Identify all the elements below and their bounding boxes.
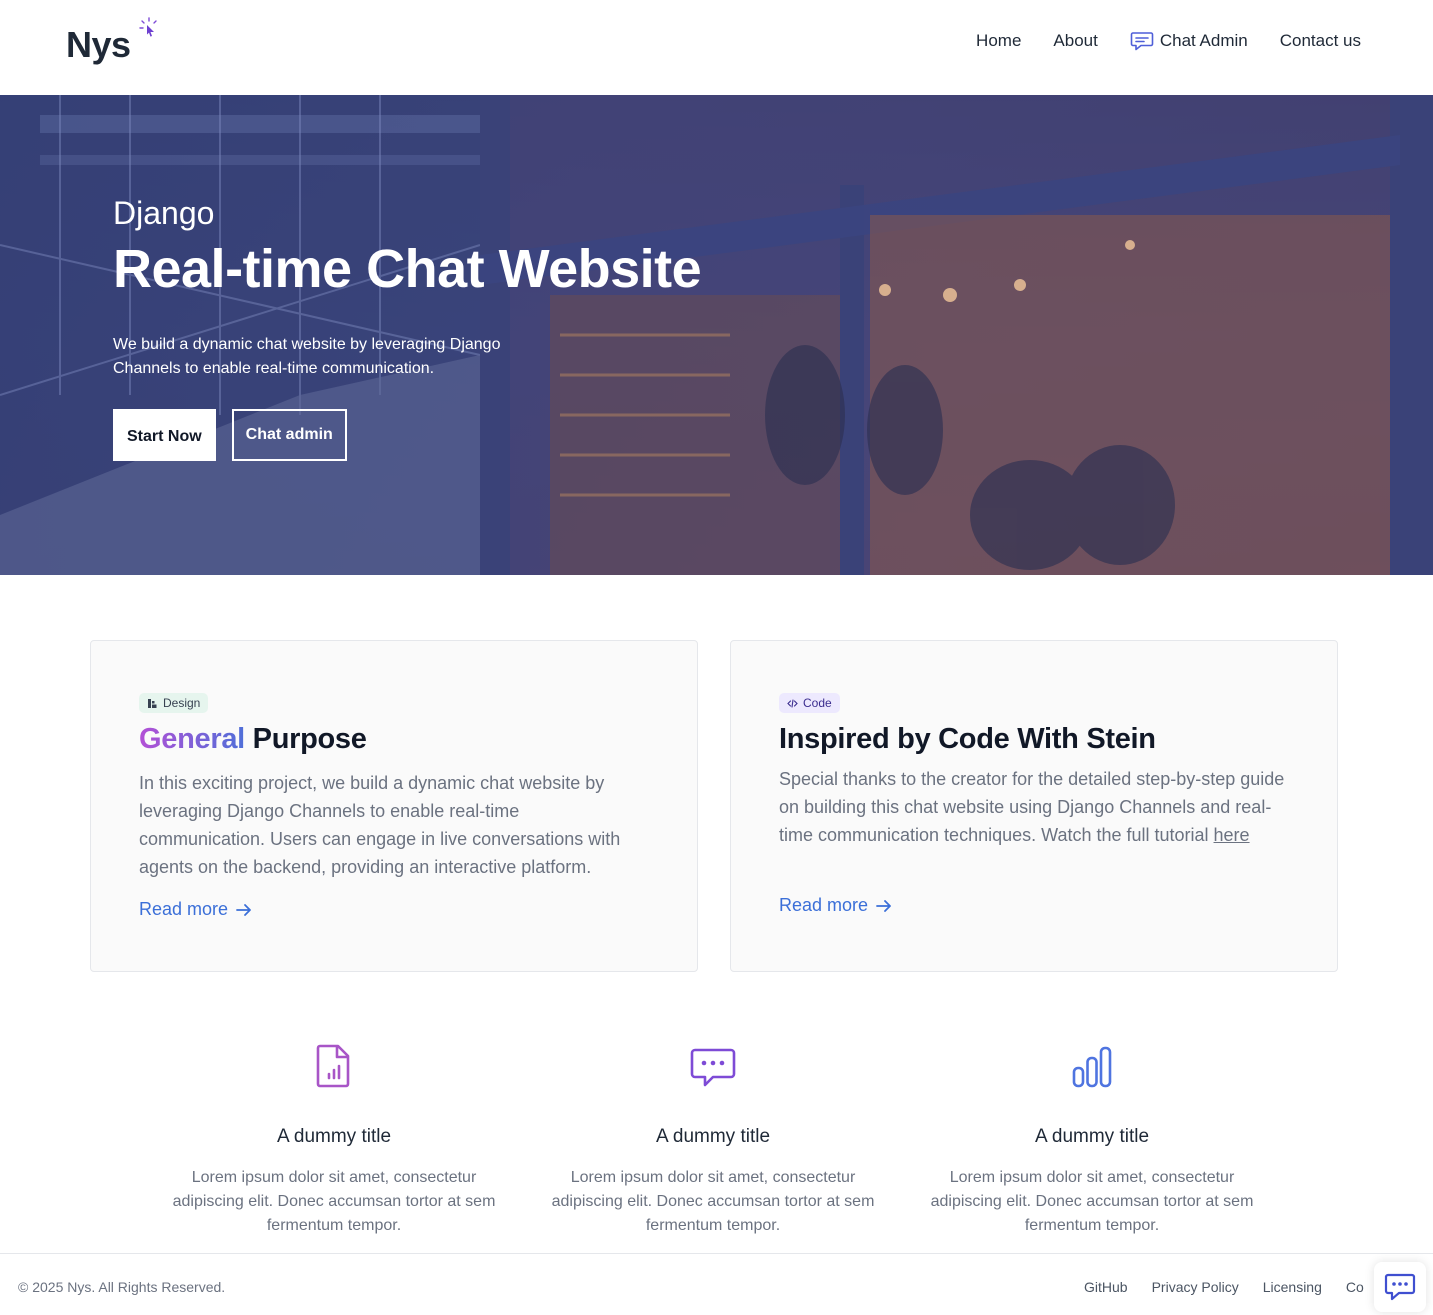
footer-link-github[interactable]: GitHub [1084,1279,1128,1295]
read-more-link[interactable]: Read more [139,899,252,920]
nav-chat-admin[interactable]: Chat Admin [1130,30,1248,52]
card-general-purpose: Design General Purpose In this exciting … [90,640,698,972]
chat-widget-button[interactable] [1374,1262,1426,1312]
badge-design: Design [139,693,209,713]
sparkle-cursor-icon [139,17,157,37]
main-nav: Home About Chat Admin Contact us [976,30,1361,52]
card-title-rest: Purpose [244,723,367,755]
tutorial-link[interactable]: here [1214,825,1250,845]
site-logo[interactable]: Nys [66,24,131,66]
read-more-label: Read more [139,899,229,919]
code-icon [787,698,798,708]
site-header: Nys Home About Chat Admin Contact us [0,0,1433,95]
chat-bubble-icon [1384,1273,1416,1301]
card-title-highlight: General [139,723,245,755]
chat-admin-button[interactable]: Chat admin [231,409,347,462]
feature-title: A dummy title [1034,1126,1150,1147]
feature-2: A dummy title Lorem ipsum dolor sit amet… [523,1040,903,1238]
footer-link-contact[interactable]: Co [1346,1279,1364,1295]
read-more-label: Read more [779,895,869,915]
feature-text: Lorem ipsum dolor sit amet, consectetur … [930,1169,1254,1234]
arrow-right-icon [876,899,891,912]
feature-title: A dummy title [276,1126,392,1147]
footer-link-licensing[interactable]: Licensing [1263,1279,1322,1295]
footer-link-privacy[interactable]: Privacy Policy [1152,1279,1239,1295]
document-chart-icon [316,1044,350,1088]
feature-text: Lorem ipsum dolor sit amet, consectetur … [551,1169,875,1234]
feature-3: A dummy title Lorem ipsum dolor sit amet… [902,1040,1282,1238]
nav-chat-admin-label: Chat Admin [1159,31,1248,50]
read-more-link[interactable]: Read more [779,895,892,916]
nav-about-label: About [1053,31,1098,50]
card-inspired-by: Code Inspired by Code With Stein Special… [730,640,1338,972]
start-now-button[interactable]: Start Now [113,409,216,462]
nav-about[interactable]: About [1053,31,1097,51]
card-text: Special thanks to the creator for the de… [779,765,1289,849]
site-footer: © 2025 Nys. All Rights Reserved. GitHub … [0,1253,1433,1315]
arrow-right-icon [236,903,251,916]
hero-buttons: Start Now Chat admin [113,409,701,462]
nav-contact[interactable]: Contact us [1280,31,1361,51]
hero-description: We build a dynamic chat website by lever… [113,336,501,378]
bar-chart-icon [1072,1046,1112,1088]
card-text: In this exciting project, we build a dyn… [139,773,621,877]
card-title: General Purpose [139,723,367,756]
feature-text: Lorem ipsum dolor sit amet, consectetur … [172,1169,496,1234]
feature-title: A dummy title [655,1126,771,1147]
hero-content: Django Real-time Chat Website We build a… [113,195,702,462]
footer-links: GitHub Privacy Policy Licensing Co [1084,1279,1364,1295]
design-icon [148,698,157,708]
card-title: Inspired by Code With Stein [779,723,1156,755]
nav-home-label: Home [976,31,1022,50]
hero-banner: Django Real-time Chat Website We build a… [0,95,1433,575]
message-dots-icon [690,1048,736,1087]
hero-kicker: Django [113,195,215,231]
badge-code-label: Code [803,696,832,710]
badge-design-label: Design [163,696,201,710]
copyright-text: © 2025 Nys. All Rights Reserved. [18,1279,226,1295]
nav-home[interactable]: Home [976,31,1021,51]
badge-code: Code [779,693,840,713]
card-text-body: Special thanks to the creator for the de… [779,769,1285,845]
nav-contact-label: Contact us [1279,31,1361,50]
feature-1: A dummy title Lorem ipsum dolor sit amet… [144,1040,524,1238]
hero-title: Real-time Chat Website [113,239,702,299]
chat-bubble-icon [1130,32,1154,51]
